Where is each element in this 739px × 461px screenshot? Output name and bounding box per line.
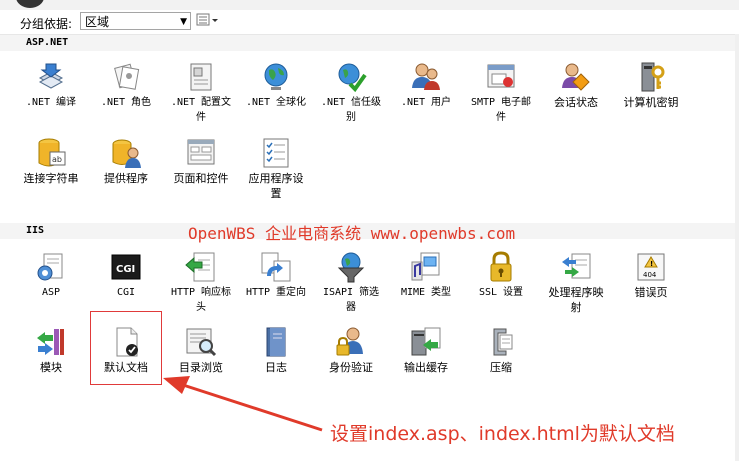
vertical-scrollbar[interactable] (735, 34, 739, 461)
annotation-text: 设置index.asp、index.html为默认文档 (330, 423, 675, 445)
annotation-arrow (163, 376, 323, 432)
